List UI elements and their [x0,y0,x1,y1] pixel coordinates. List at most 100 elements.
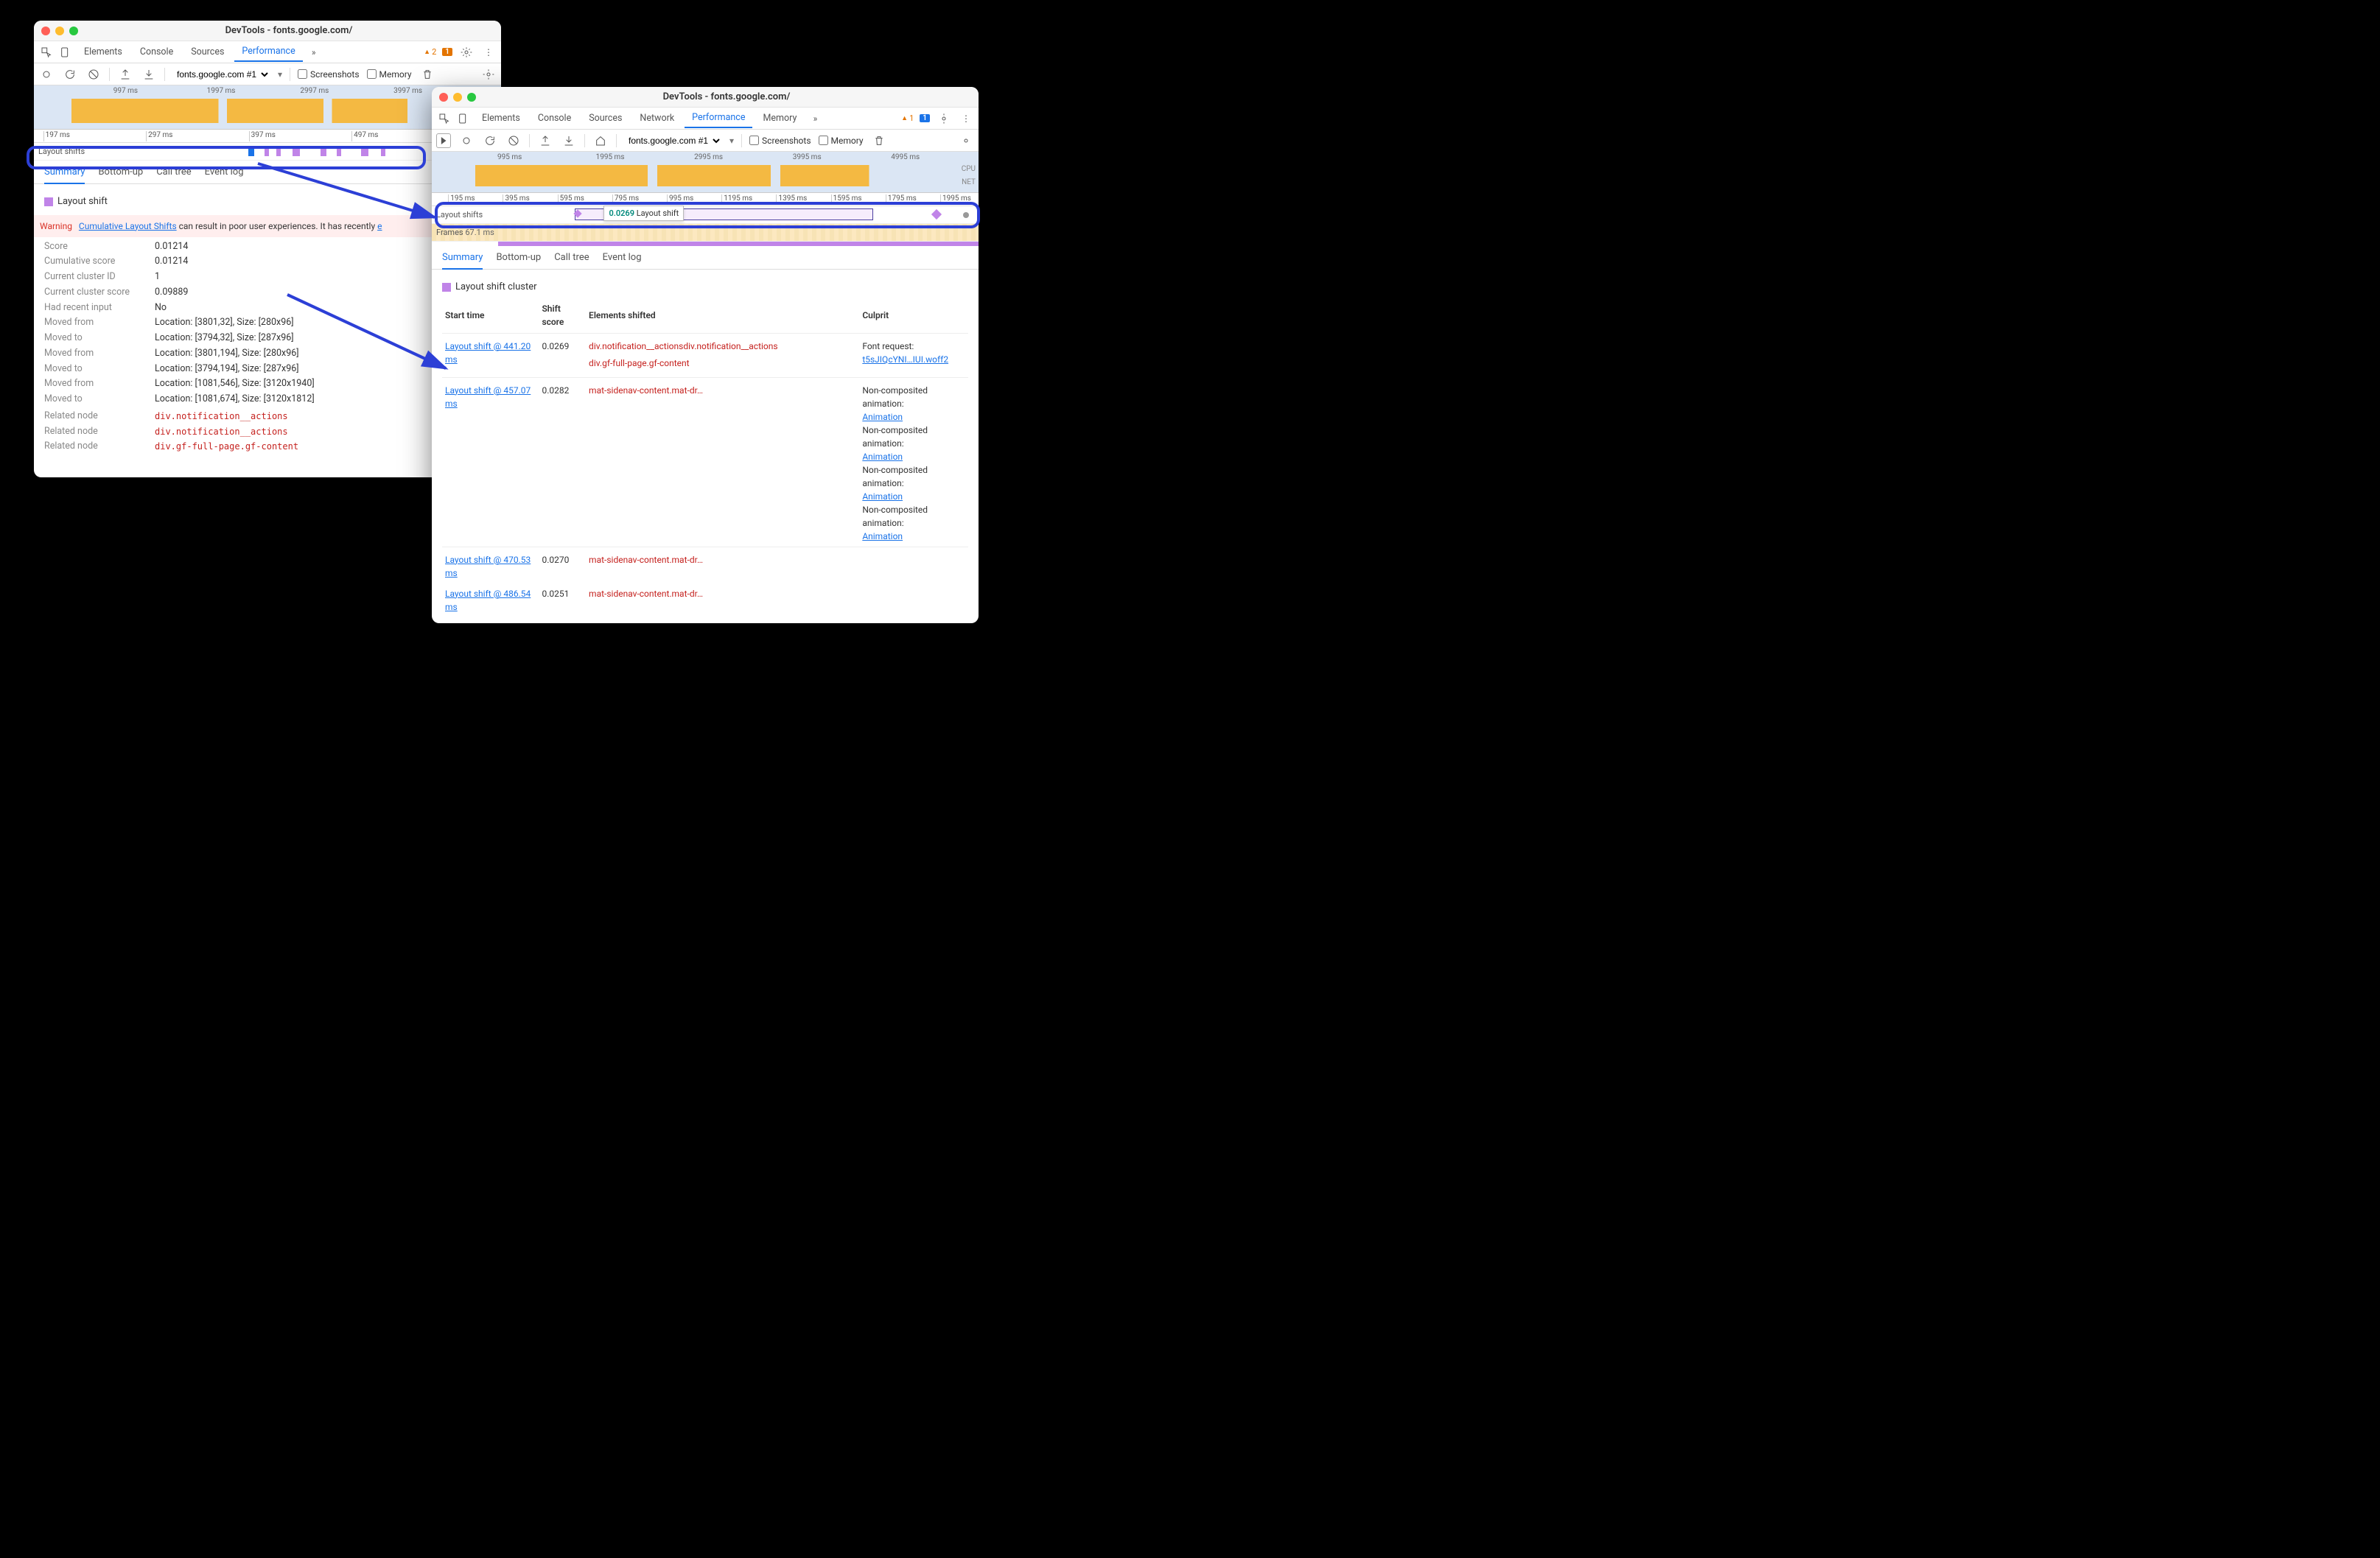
tab-elements[interactable]: Elements [475,109,528,127]
profile-select[interactable]: fonts.google.com #1 [172,67,270,82]
gear-icon[interactable] [936,110,952,127]
issues-badge[interactable]: 1 [920,114,930,122]
screenshots-checkbox[interactable]: Screenshots [298,69,359,80]
kv-key: Moved to [44,331,147,345]
screenshots-checkbox[interactable]: Screenshots [749,136,811,146]
cls-link[interactable]: Cumulative Layout Shifts [79,221,177,231]
culprit-link[interactable]: Animation [862,412,903,422]
flamechart-area[interactable]: Layout shifts 0.0269 Layout shift Frames… [432,206,979,246]
record-icon[interactable] [458,133,475,149]
layout-shift-link[interactable]: Layout shift @ 486.54 ms [445,589,531,612]
gear-icon[interactable] [958,133,974,149]
table-row: Layout shift @ 486.54 ms0.0251mat-sidena… [442,583,968,617]
timeline-ruler[interactable]: 197 ms 297 ms 397 ms 497 ms 597 ms [34,130,501,143]
profile-select[interactable]: fonts.google.com #1 [624,133,722,148]
gear-icon[interactable] [480,66,497,83]
tab-console[interactable]: Console [133,43,181,61]
overview-minimap[interactable]: 995 ms 1995 ms 2995 ms 3995 ms 4995 ms C… [432,152,979,193]
memory-checkbox[interactable]: Memory [819,136,864,146]
subtab-summary[interactable]: Summary [442,252,483,270]
culprit-link[interactable]: Animation [862,452,903,462]
traffic-lights [439,93,476,102]
subtab-bottomup[interactable]: Bottom-up [496,252,541,263]
kebab-icon[interactable]: ⋮ [958,110,974,127]
layout-shift-link[interactable]: Layout shift @ 503.26 ms [445,622,531,624]
maximize-icon[interactable] [69,27,78,35]
element-node[interactable]: div.notification__actions [589,340,683,353]
home-icon[interactable] [592,133,609,149]
trash-icon[interactable] [419,66,435,83]
tab-sources[interactable]: Sources [581,109,629,127]
download-icon[interactable] [141,66,157,83]
element-node[interactable]: mat-sidenav-content.mat-dr… [589,384,703,397]
tab-memory[interactable]: Memory [755,109,804,127]
inspect-icon[interactable] [38,44,55,60]
more-tabs-icon[interactable]: » [807,110,823,127]
timeline-ruler[interactable]: 195 ms 395 ms 595 ms 795 ms 995 ms 1195 … [432,193,979,206]
culprit-link[interactable]: t5sJIQcYNI…IUI.woff2 [862,354,948,365]
perf-toolbar: fonts.google.com #1 ▾ Screenshots Memory [432,130,979,152]
download-icon[interactable] [561,133,577,149]
warning-badge[interactable]: 2 [424,47,436,57]
layout-shift-tooltip: 0.0269 Layout shift [603,206,684,221]
kv-key: Moved from [44,316,147,330]
tab-console[interactable]: Console [531,109,578,127]
warning-bar: Warning Cumulative Layout Shifts can res… [34,215,501,237]
tab-performance[interactable]: Performance [234,42,302,62]
device-icon[interactable] [57,44,74,60]
close-icon[interactable] [439,93,448,102]
kv-key: Cumulative score [44,255,147,269]
subtab-calltree[interactable]: Call tree [156,166,191,178]
upload-icon[interactable] [117,66,133,83]
kebab-icon[interactable]: ⋮ [480,44,497,60]
issues-badge[interactable]: 1 [442,48,452,56]
subtab-calltree[interactable]: Call tree [554,252,589,263]
clear-icon[interactable] [85,66,102,83]
close-icon[interactable] [41,27,50,35]
titlebar: DevTools - fonts.google.com/ [432,87,979,108]
inspect-icon[interactable] [436,110,452,127]
tab-performance[interactable]: Performance [685,108,752,128]
subtab-eventlog[interactable]: Event log [205,166,244,178]
layout-shift-link[interactable]: Layout shift @ 457.07 ms [445,385,531,409]
tab-elements[interactable]: Elements [77,43,130,61]
element-node[interactable]: mat-sidenav-content.mat-dr… [589,621,703,624]
reload-icon[interactable] [482,133,498,149]
culprit-link[interactable]: Animation [862,531,903,541]
maximize-icon[interactable] [467,93,476,102]
more-tabs-icon[interactable]: » [306,44,322,60]
element-node[interactable]: mat-sidenav-content.mat-dr… [589,553,703,566]
summary-content: Layout shift Warning Cumulative Layout S… [34,184,501,477]
minimize-icon[interactable] [55,27,64,35]
layout-shift-link[interactable]: Layout shift @ 441.20 ms [445,341,531,365]
subtab-eventlog[interactable]: Event log [603,252,642,263]
tab-sources[interactable]: Sources [183,43,231,61]
table-row: Layout shift @ 503.26 ms0.0228mat-sidena… [442,617,968,624]
layout-shifts-track: Layout shifts [34,147,100,156]
warning-badge[interactable]: 1 [901,113,914,123]
summary-content: Layout shift cluster Start time Shift sc… [432,270,979,623]
element-node[interactable]: div.gf-full-page.gf-content [589,357,690,370]
clear-icon[interactable] [505,133,522,149]
culprit-link[interactable]: Animation [862,491,903,502]
overview-minimap[interactable]: 997 ms 1997 ms 2997 ms 3997 ms [34,85,501,130]
minimize-icon[interactable] [453,93,462,102]
upload-icon[interactable] [537,133,553,149]
reload-icon[interactable] [62,66,78,83]
subtab-summary[interactable]: Summary [44,166,85,184]
memory-checkbox[interactable]: Memory [367,69,412,80]
record-icon[interactable] [38,66,55,83]
element-node[interactable]: mat-sidenav-content.mat-dr… [589,587,703,600]
layout-shift-link[interactable]: Layout shift @ 470.53 ms [445,555,531,578]
devtools-window-left: DevTools - fonts.google.com/ Elements Co… [34,21,501,477]
gear-icon[interactable] [458,44,475,60]
main-panel-tabs: Elements Console Sources Performance » 2… [34,41,501,63]
main-panel-tabs: Elements Console Sources Network Perform… [432,108,979,130]
subtab-bottomup[interactable]: Bottom-up [98,166,143,178]
element-node[interactable]: div.notification__actions [683,340,777,353]
toggle-pane-icon[interactable] [436,133,451,148]
trash-icon[interactable] [871,133,887,149]
tab-network[interactable]: Network [632,109,682,127]
flamechart-area[interactable]: Layout shifts [34,143,501,161]
device-icon[interactable] [455,110,472,127]
